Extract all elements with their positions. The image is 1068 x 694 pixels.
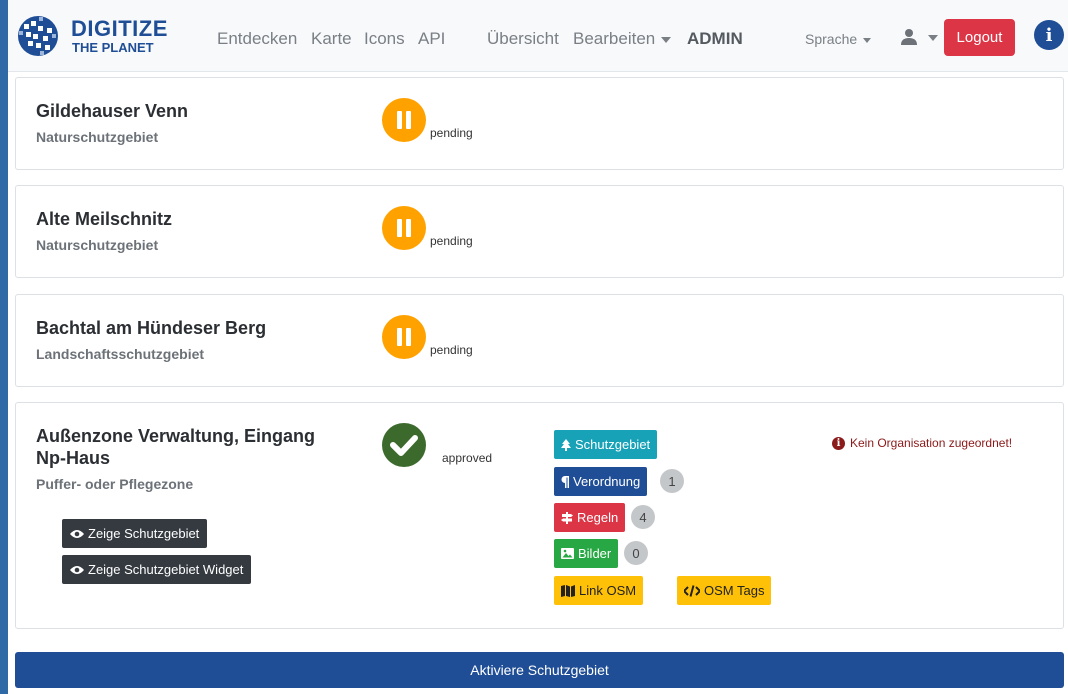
regeln-count-badge: 4 [631, 505, 655, 529]
code-icon [684, 584, 700, 597]
info-circle-icon: i [832, 436, 845, 450]
show-widget-button[interactable]: Zeige Schutzgebiet Widget [62, 555, 252, 584]
pause-icon [382, 315, 426, 359]
area-name: Alte Meilschnitz [36, 209, 173, 229]
info-icon[interactable]: i [1034, 20, 1064, 50]
status-text: pending [430, 234, 473, 248]
user-menu-chevron-icon[interactable] [928, 35, 938, 41]
osm-tags-button[interactable]: OSM Tags [677, 576, 772, 605]
nav-bearbeiten-dropdown[interactable]: Bearbeiten [573, 29, 672, 49]
organisation-warning: i Kein Organisation zugeordnet! [832, 436, 1012, 450]
verordnung-tag[interactable]: Verordnung [554, 467, 648, 496]
navbar: DIGITIZE THE PLANET Entdecken Karte Icon… [8, 0, 1068, 72]
nav-admin[interactable]: ADMIN [687, 29, 743, 49]
chevron-down-icon [863, 37, 872, 43]
link-osm-label: Link OSM [579, 583, 637, 598]
status-text: pending [430, 126, 473, 140]
show-widget-label: Zeige Schutzgebiet Widget [88, 562, 244, 577]
verordnung-count-badge: 1 [660, 469, 684, 493]
check-circle-icon [382, 423, 426, 467]
nav-api[interactable]: API [418, 29, 445, 49]
status-text: pending [430, 343, 473, 357]
area-type: Naturschutzgebiet [36, 129, 159, 145]
nav-uebersicht[interactable]: Übersicht [487, 29, 559, 49]
tree-icon [561, 438, 571, 451]
brand-title: DIGITIZE [71, 16, 168, 41]
bilder-label: Bilder [578, 546, 612, 561]
area-name: Bachtal am Hündeser Berg [36, 318, 267, 338]
pause-icon [382, 206, 426, 250]
area-type: Landschaftsschutzgebiet [36, 346, 205, 362]
language-dropdown[interactable]: Sprache [805, 31, 872, 47]
pause-icon [382, 98, 426, 142]
bilder-tag[interactable]: Bilder [554, 539, 619, 568]
show-area-label: Zeige Schutzgebiet [88, 526, 200, 541]
area-name-line1: Außenzone Verwaltung, Eingang [36, 426, 316, 446]
schutzgebiet-tag[interactable]: Schutzgebiet [554, 430, 658, 459]
show-area-button[interactable]: Zeige Schutzgebiet [62, 519, 208, 548]
regeln-label: Regeln [577, 510, 619, 525]
osm-tags-label: OSM Tags [704, 583, 765, 598]
eye-icon [70, 565, 84, 574]
logout-button[interactable]: Logout [944, 19, 1015, 56]
language-label: Sprache [805, 31, 858, 47]
area-detail-card: Außenzone Verwaltung, Eingang Np-Haus Pu… [15, 402, 1064, 629]
nav-icons[interactable]: Icons [364, 29, 405, 49]
nav-entdecken[interactable]: Entdecken [217, 29, 297, 49]
area-name: Gildehauser Venn [36, 101, 189, 121]
globe-pixel-logo-icon [18, 16, 58, 56]
activate-area-button[interactable]: Aktiviere Schutzgebiet [15, 652, 1064, 688]
app-frame: DIGITIZE THE PLANET Entdecken Karte Icon… [8, 0, 1068, 694]
area-type: Naturschutzgebiet [36, 237, 159, 253]
nav-karte[interactable]: Karte [311, 29, 352, 49]
area-card: Gildehauser Venn Naturschutzgebiet pendi… [15, 77, 1064, 170]
bilder-count-badge: 0 [624, 541, 648, 565]
link-osm-button[interactable]: Link OSM [554, 576, 644, 605]
area-type: Puffer- oder Pflegezone [36, 476, 194, 492]
eye-icon [70, 529, 84, 538]
brand-subtitle: THE PLANET [72, 40, 154, 55]
regeln-tag[interactable]: Regeln [554, 503, 626, 532]
area-name-line2: Np-Haus [36, 448, 111, 468]
paragraph-icon [561, 475, 569, 488]
user-icon[interactable] [900, 28, 918, 46]
area-card: Alte Meilschnitz Naturschutzgebiet pendi… [15, 185, 1064, 278]
map-icon [561, 584, 575, 597]
status-text: approved [442, 451, 493, 465]
verordnung-label: Verordnung [573, 474, 641, 489]
image-icon [561, 548, 574, 559]
area-card: Bachtal am Hündeser Berg Landschaftsschu… [15, 294, 1064, 387]
brand-logo-link[interactable]: DIGITIZE THE PLANET [16, 14, 167, 60]
nav-bearbeiten-label: Bearbeiten [573, 29, 656, 48]
schutzgebiet-label: Schutzgebiet [575, 437, 651, 452]
warning-text: Kein Organisation zugeordnet! [850, 436, 1013, 450]
chevron-down-icon [661, 36, 672, 43]
signs-icon [561, 511, 573, 524]
